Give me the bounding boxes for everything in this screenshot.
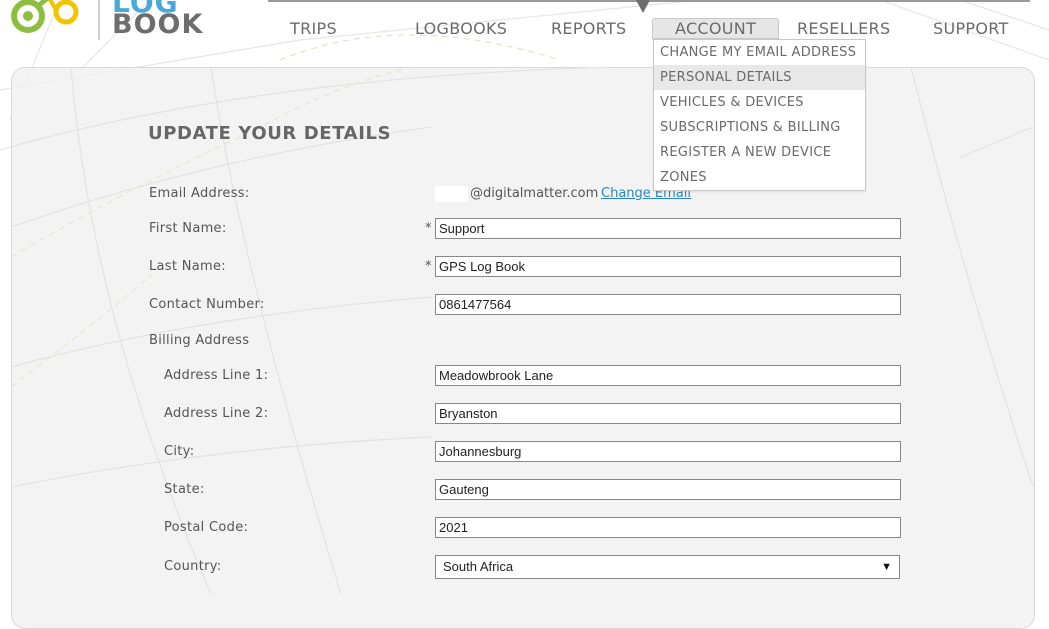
menu-zones[interactable]: ZONES (654, 165, 865, 190)
address-line-2-field[interactable]: Bryanston (435, 403, 901, 424)
menu-subscriptions-billing[interactable]: SUBSCRIPTIONS & BILLING (654, 115, 865, 140)
first-name-required-mark: * (425, 221, 432, 236)
contact-number-field[interactable]: 0861477564 (435, 294, 901, 315)
postal-code-label: Postal Code: (164, 520, 249, 535)
city-label: City: (164, 444, 195, 459)
email-redacted-block (435, 186, 468, 202)
country-select[interactable]: South Africa ▼ (435, 555, 900, 579)
nav-support[interactable]: SUPPORT (933, 19, 1009, 38)
state-label: State: (164, 482, 205, 497)
email-domain-text: @digitalmatter.com (470, 186, 599, 201)
last-name-required-mark: * (425, 259, 432, 274)
menu-personal-details[interactable]: PERSONAL DETAILS (654, 65, 865, 90)
last-name-field[interactable]: GPS Log Book (435, 256, 901, 277)
contact-number-label: Contact Number: (149, 297, 265, 312)
nav-active-pointer-icon (636, 0, 650, 13)
address-line-2-label: Address Line 2: (164, 406, 269, 421)
nav-resellers[interactable]: RESELLERS (797, 19, 890, 38)
postal-code-field[interactable]: 2021 (435, 517, 901, 538)
state-field[interactable]: Gauteng (435, 479, 901, 500)
country-selected-value: South Africa (443, 559, 514, 574)
first-name-field[interactable]: Support (435, 218, 901, 239)
address-line-1-field[interactable]: Meadowbrook Lane (435, 365, 901, 386)
email-label: Email Address: (149, 186, 250, 201)
nav-trips[interactable]: TRIPS (290, 19, 337, 38)
panel-map-lines (11, 67, 1033, 594)
dropdown-arrow-icon: ▼ (881, 561, 892, 573)
menu-vehicles-devices[interactable]: VEHICLES & DEVICES (654, 90, 865, 115)
page-title: UPDATE YOUR DETAILS (148, 123, 392, 144)
menu-change-email[interactable]: CHANGE MY EMAIL ADDRESS (654, 40, 865, 65)
nav-account[interactable]: ACCOUNT (652, 18, 780, 39)
logo-text: BOOK (112, 9, 204, 40)
address-line-1-label: Address Line 1: (164, 368, 269, 383)
city-field[interactable]: Johannesburg (435, 441, 901, 462)
last-name-label: Last Name: (149, 259, 226, 274)
country-label: Country: (164, 559, 222, 574)
account-dropdown-menu: CHANGE MY EMAIL ADDRESS PERSONAL DETAILS… (653, 39, 866, 191)
first-name-label: First Name: (149, 221, 227, 236)
billing-address-heading: Billing Address (149, 333, 250, 348)
logo-divider (98, 0, 100, 40)
nav-reports[interactable]: REPORTS (551, 19, 626, 38)
nav-logbooks[interactable]: LOGBOOKS (415, 19, 507, 38)
menu-register-device[interactable]: REGISTER A NEW DEVICE (654, 140, 865, 165)
